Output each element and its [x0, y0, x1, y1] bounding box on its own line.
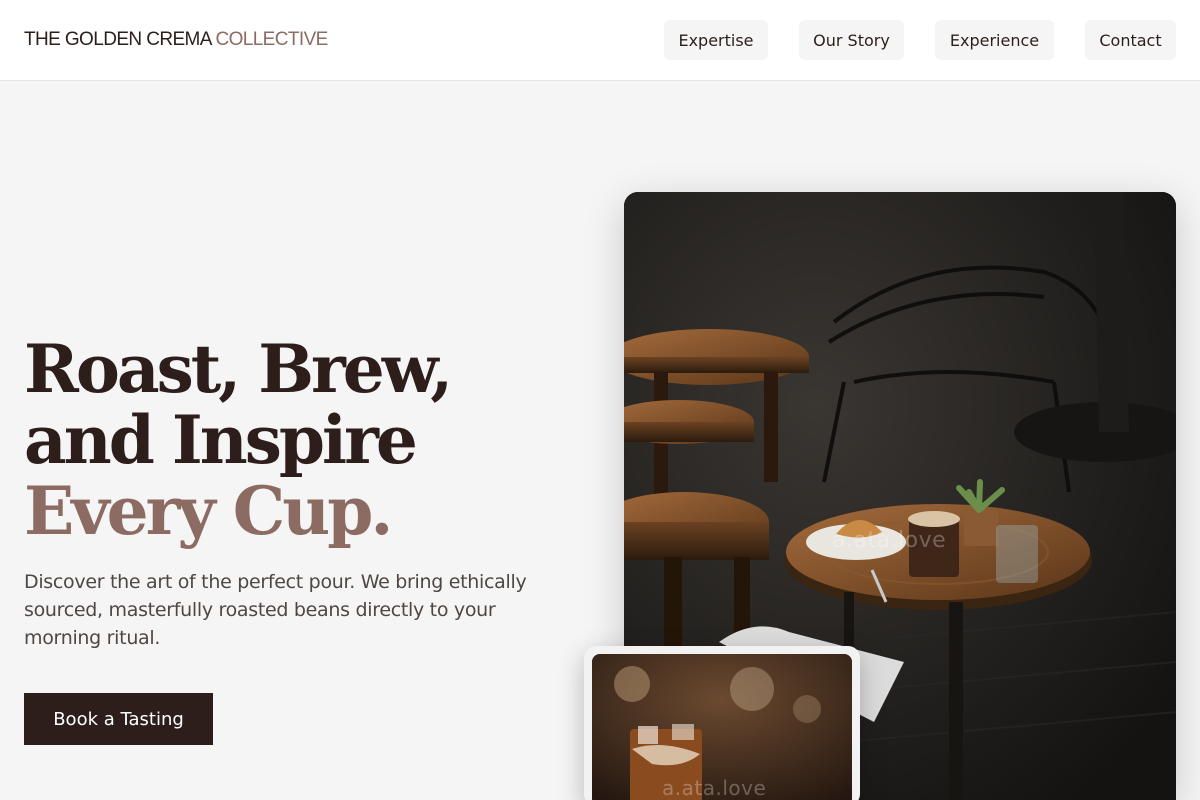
hero-description: Discover the art of the perfect pour. We…: [24, 571, 527, 649]
brand-name: THE GOLDEN CREMA: [24, 29, 211, 50]
inset-photo-card: a.ata.love: [584, 646, 860, 800]
headline-line-2: and Inspire: [24, 401, 418, 479]
nav-experience[interactable]: Experience: [935, 20, 1054, 60]
inset-photo-watermark: a.ata.love: [662, 776, 767, 800]
brand-accent: COLLECTIVE: [215, 29, 328, 50]
book-tasting-button[interactable]: Book a Tasting: [24, 693, 213, 745]
brand-logo[interactable]: THE GOLDEN CREMA COLLECTIVE: [24, 29, 328, 51]
nav-contact[interactable]: Contact: [1085, 20, 1176, 60]
iced-coffee-photo: a.ata.love: [592, 654, 852, 800]
nav-expertise[interactable]: Expertise: [664, 20, 768, 60]
site-header: THE GOLDEN CREMA COLLECTIVE Expertise Ou…: [0, 0, 1200, 81]
headline-line-3: Every Cup.: [24, 472, 393, 550]
hero-headline: Roast, Brew, and Inspire Every Cup.: [24, 330, 453, 550]
main-photo-watermark: a.ata.love: [832, 528, 947, 553]
nav-our-story[interactable]: Our Story: [799, 20, 904, 60]
headline-line-1: Roast, Brew,: [24, 330, 453, 408]
